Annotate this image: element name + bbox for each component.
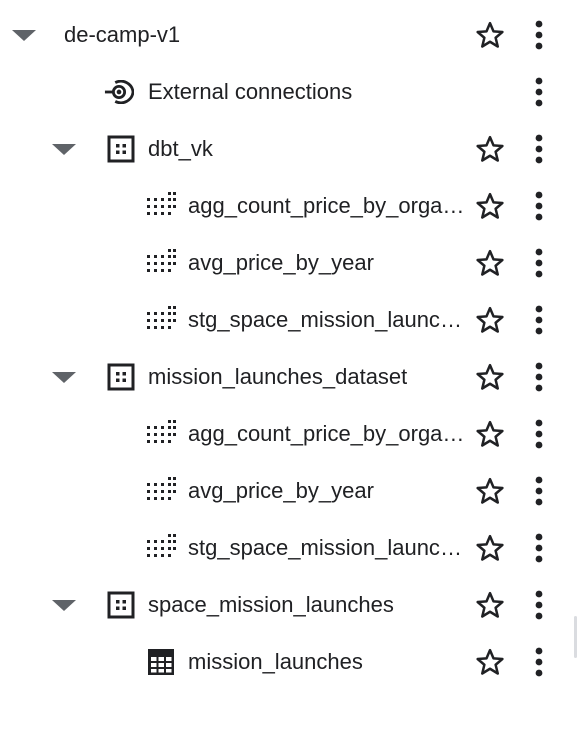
caret-down-icon[interactable]	[12, 23, 36, 47]
view-icon	[146, 191, 176, 221]
tree-row-view[interactable]: stg_space_mission_launches	[0, 291, 577, 348]
tree-row-dataset[interactable]: dbt_vk	[0, 120, 577, 177]
star-icon[interactable]	[474, 247, 506, 279]
view-icon	[146, 476, 176, 506]
tree-row-table[interactable]: mission_launches	[0, 633, 577, 690]
star-icon[interactable]	[474, 190, 506, 222]
tree-row-view[interactable]: stg_space_mission_launches	[0, 519, 577, 576]
caret-down-icon[interactable]	[52, 365, 76, 389]
tree-row-view[interactable]: agg_count_price_by_organisation	[0, 177, 577, 234]
more-vert-icon[interactable]	[527, 474, 551, 508]
view-label[interactable]: avg_price_by_year	[188, 248, 374, 278]
star-icon[interactable]	[474, 532, 506, 564]
external-connection-icon	[104, 77, 134, 107]
tree-row-dataset[interactable]: mission_launches_dataset	[0, 348, 577, 405]
more-vert-icon[interactable]	[527, 18, 551, 52]
more-vert-icon[interactable]	[527, 360, 551, 394]
view-label[interactable]: agg_count_price_by_organisation	[188, 419, 465, 449]
project-label[interactable]: de-camp-v1	[64, 20, 180, 50]
table-label[interactable]: mission_launches	[188, 647, 363, 677]
more-vert-icon[interactable]	[527, 645, 551, 679]
tree-row-view[interactable]: agg_count_price_by_organisation	[0, 405, 577, 462]
view-label[interactable]: stg_space_mission_launches	[188, 305, 465, 335]
tree-row-dataset[interactable]: space_mission_launches	[0, 576, 577, 633]
tree-row-view[interactable]: avg_price_by_year	[0, 234, 577, 291]
tree-row-project[interactable]: de-camp-v1	[0, 6, 577, 63]
dataset-icon	[106, 362, 136, 392]
star-icon[interactable]	[474, 589, 506, 621]
more-vert-icon[interactable]	[527, 531, 551, 565]
table-icon	[146, 647, 176, 677]
view-icon	[146, 419, 176, 449]
tree-row-view[interactable]: avg_price_by_year	[0, 462, 577, 519]
more-vert-icon[interactable]	[527, 189, 551, 223]
view-icon	[146, 248, 176, 278]
more-vert-icon[interactable]	[527, 246, 551, 280]
star-icon[interactable]	[474, 133, 506, 165]
star-icon[interactable]	[474, 304, 506, 336]
view-label[interactable]: stg_space_mission_launches	[188, 533, 465, 563]
star-icon[interactable]	[474, 418, 506, 450]
more-vert-icon[interactable]	[527, 132, 551, 166]
star-icon[interactable]	[474, 361, 506, 393]
more-vert-icon[interactable]	[527, 75, 551, 109]
dataset-icon	[106, 134, 136, 164]
view-label[interactable]: agg_count_price_by_organisation	[188, 191, 465, 221]
star-icon[interactable]	[474, 19, 506, 51]
view-icon	[146, 533, 176, 563]
external-connections-label[interactable]: External connections	[148, 77, 352, 107]
more-vert-icon[interactable]	[527, 588, 551, 622]
view-icon	[146, 305, 176, 335]
caret-down-icon[interactable]	[52, 593, 76, 617]
tree-row-external-connections[interactable]: External connections	[0, 63, 577, 120]
dataset-label[interactable]: dbt_vk	[148, 134, 213, 164]
dataset-label[interactable]: space_mission_launches	[148, 590, 394, 620]
star-icon[interactable]	[474, 646, 506, 678]
star-icon[interactable]	[474, 475, 506, 507]
caret-down-icon[interactable]	[52, 137, 76, 161]
dataset-icon	[106, 590, 136, 620]
view-label[interactable]: avg_price_by_year	[188, 476, 374, 506]
dataset-label[interactable]: mission_launches_dataset	[148, 362, 407, 392]
more-vert-icon[interactable]	[527, 417, 551, 451]
more-vert-icon[interactable]	[527, 303, 551, 337]
